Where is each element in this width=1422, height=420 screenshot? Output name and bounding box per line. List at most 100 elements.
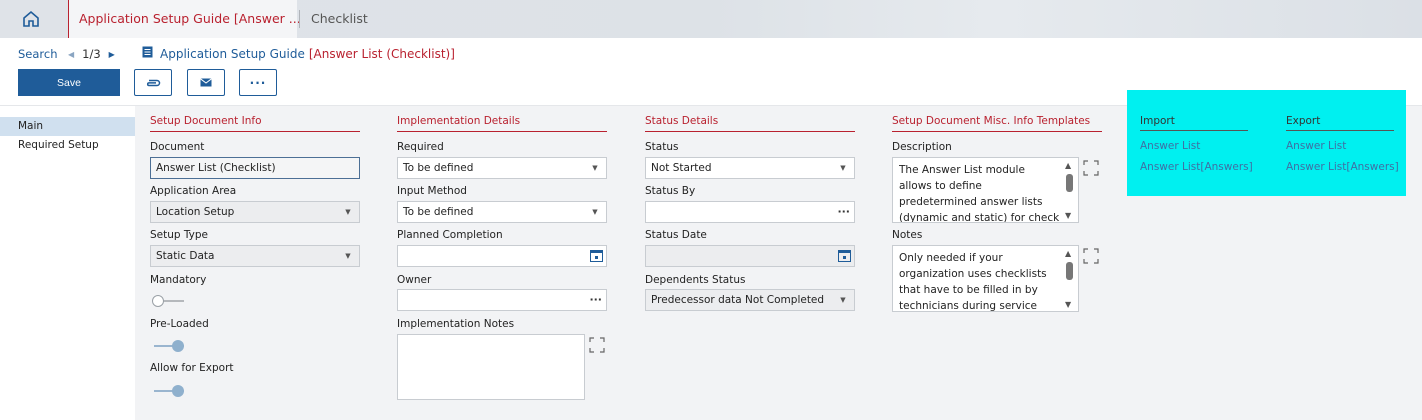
notes-label: Notes [892,229,923,241]
application-area-value: Location Setup [156,206,235,218]
preloaded-label: Pre-Loaded [150,318,209,330]
chevron-down-icon: ▼ [592,164,598,172]
input-method-select[interactable]: To be defined ▼ [397,201,607,223]
setup-type-label: Setup Type [150,229,209,241]
calendar-icon[interactable] [590,249,603,269]
owner-label: Owner [397,274,432,286]
section-divider [150,131,360,132]
owner-field[interactable]: ··· [397,289,607,311]
section-divider [645,131,855,132]
calendar-icon[interactable] [838,249,851,269]
dependents-status-select[interactable]: Predecessor data Not Completed ▼ [645,289,855,311]
description-scrollbar[interactable]: ▲ ▼ [1064,160,1076,220]
section-divider [892,131,1102,132]
section-title-implementation: Implementation Details [397,115,521,127]
document-field[interactable]: Answer List (Checklist) [150,157,360,179]
tab-application-setup-guide[interactable]: Application Setup Guide [Answer ... [68,0,301,38]
notes-scrollbar[interactable]: ▲ ▼ [1064,248,1076,309]
implementation-notes-value [404,339,566,399]
more-icon: ··· [249,75,267,90]
application-area-label: Application Area [150,185,237,197]
expand-icon[interactable] [587,335,607,355]
input-method-value: To be defined [403,206,474,218]
tab-label: Application Setup Guide [Answer ... [79,11,301,26]
description-textarea[interactable]: The Answer List module allows to define … [892,157,1079,223]
preloaded-toggle[interactable] [152,340,186,352]
notes-value: Only needed if your organization uses ch… [899,252,1047,311]
application-area-select[interactable]: Location Setup ▼ [150,201,360,223]
expand-icon[interactable] [1081,246,1101,266]
import-link-answer-list-answers[interactable]: Answer List[Answers] [1140,161,1253,173]
export-link-answer-list-answers[interactable]: Answer List[Answers] [1286,161,1399,173]
required-select[interactable]: To be defined ▼ [397,157,607,179]
sidebar: Main Required Setup [0,106,135,420]
lookup-icon[interactable]: ··· [837,202,850,222]
chevron-down-icon: ▼ [345,252,351,260]
status-by-field[interactable]: ··· [645,201,855,223]
section-divider [397,131,607,132]
next-record-icon[interactable]: ▶ [109,50,115,59]
import-export-panel: Import Answer List Answer List[Answers] … [1127,90,1406,196]
required-label: Required [397,141,444,153]
more-button[interactable]: ··· [239,69,277,96]
import-title: Import [1140,115,1175,127]
section-title-setup-doc: Setup Document Info [150,115,262,127]
planned-completion-label: Planned Completion [397,229,503,241]
export-link-answer-list[interactable]: Answer List [1286,140,1346,152]
status-date-field[interactable] [645,245,855,267]
breadcrumb: Search [18,47,58,61]
tab-separator [299,10,300,28]
home-icon[interactable] [10,6,52,32]
import-link-answer-list[interactable]: Answer List [1140,140,1200,152]
status-date-label: Status Date [645,229,707,241]
record-pager: ◀ 1/3 ▶ [68,47,115,61]
dependents-status-label: Dependents Status [645,274,746,286]
section-title-misc: Setup Document Misc. Info Templates [892,115,1091,127]
attach-button[interactable] [134,69,172,96]
setup-type-value: Static Data [156,250,215,262]
mandatory-toggle[interactable] [152,295,186,307]
chevron-down-icon: ▼ [345,208,351,216]
allow-export-label: Allow for Export [150,362,234,374]
lookup-icon[interactable]: ··· [589,290,602,310]
search-link[interactable]: Search [18,47,58,61]
title-suffix: [Answer List (Checklist)] [308,46,455,61]
top-tab-bar: Application Setup Guide [Answer ... Chec… [0,0,1422,38]
paperclip-icon [147,79,161,86]
export-divider [1286,130,1394,131]
status-by-label: Status By [645,185,696,197]
implementation-notes-textarea[interactable] [397,334,585,400]
setup-type-select[interactable]: Static Data ▼ [150,245,360,267]
prev-record-icon[interactable]: ◀ [68,50,74,59]
status-select[interactable]: Not Started ▼ [645,157,855,179]
export-title: Export [1286,115,1321,127]
required-value: To be defined [403,162,474,174]
chevron-down-icon: ▼ [840,164,846,172]
pager-position: 1/3 [82,47,101,61]
save-button[interactable]: Save [18,69,120,96]
envelope-icon [200,78,212,87]
chevron-down-icon: ▼ [840,296,846,304]
sidebar-item-required-setup[interactable]: Required Setup [0,136,135,155]
input-method-label: Input Method [397,185,467,197]
tab-checklist[interactable]: Checklist [311,11,368,26]
email-button[interactable] [187,69,225,96]
import-divider [1140,130,1248,131]
status-value: Not Started [651,162,712,174]
notes-textarea[interactable]: Only needed if your organization uses ch… [892,245,1079,312]
description-value: The Answer List module allows to define … [899,164,1060,222]
chevron-down-icon: ▼ [592,208,598,216]
planned-completion-field[interactable] [397,245,607,267]
document-label: Document [150,141,205,153]
status-label: Status [645,141,679,153]
sidebar-item-main[interactable]: Main [0,117,135,136]
page-title: Application Setup Guide [Answer List (Ch… [142,46,455,61]
implementation-notes-label: Implementation Notes [397,318,515,330]
mandatory-label: Mandatory [150,274,207,286]
document-icon [142,46,153,61]
allow-export-toggle[interactable] [152,385,186,397]
description-label: Description [892,141,952,153]
title-main[interactable]: Application Setup Guide [160,47,305,61]
expand-icon[interactable] [1081,158,1101,178]
dependents-status-value: Predecessor data Not Completed [651,294,825,306]
